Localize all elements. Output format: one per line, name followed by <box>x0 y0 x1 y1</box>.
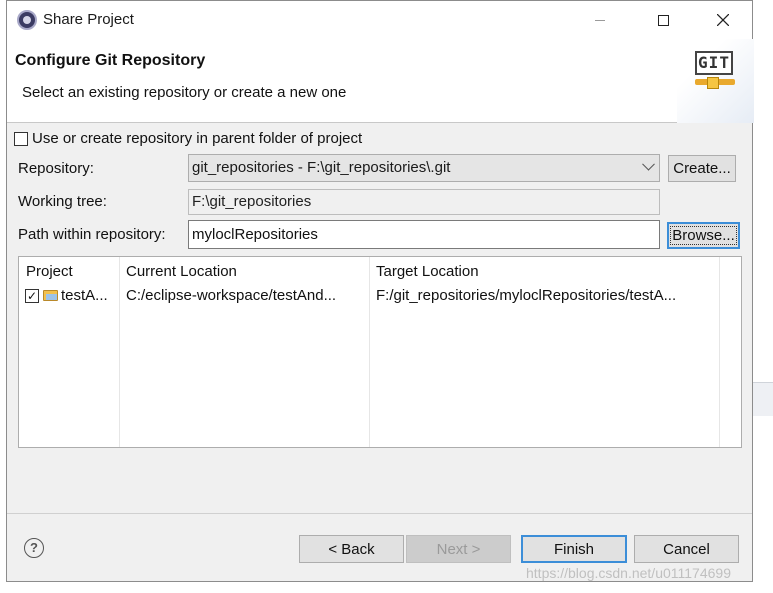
window-title: Share Project <box>43 11 134 28</box>
background-window-strip <box>750 382 773 416</box>
git-logo-icon: GIT <box>695 51 737 93</box>
repository-label: Repository: <box>18 160 94 177</box>
column-header-project[interactable]: Project <box>26 263 73 280</box>
footer-divider <box>7 513 752 514</box>
projects-table[interactable]: Project Current Location Target Location… <box>18 256 742 448</box>
maximize-button[interactable] <box>635 1 691 39</box>
close-icon <box>717 14 729 26</box>
close-button[interactable] <box>695 1 751 39</box>
eclipse-app-icon <box>17 10 37 30</box>
working-tree-label: Working tree: <box>18 193 107 210</box>
page-description: Select an existing repository or create … <box>22 84 347 101</box>
browse-button-label: Browse... <box>670 226 737 245</box>
column-header-target-location[interactable]: Target Location <box>376 263 479 280</box>
working-tree-field: F:\git_repositories <box>188 189 660 215</box>
share-project-dialog: Share Project Configure Git Repository S… <box>6 0 754 582</box>
maximize-icon <box>657 14 669 26</box>
cancel-button[interactable]: Cancel <box>634 535 739 563</box>
watermark-text: https://blog.csdn.net/u011174699 <box>526 565 731 581</box>
repository-select[interactable]: git_repositories - F:\git_repositories\.… <box>188 154 660 182</box>
help-icon[interactable]: ? <box>24 538 44 558</box>
path-within-repository-label: Path within repository: <box>18 226 166 243</box>
back-button[interactable]: < Back <box>299 535 404 563</box>
title-bar: Share Project <box>7 1 752 39</box>
row-checkbox[interactable]: ✓ <box>25 289 39 303</box>
chevron-down-icon <box>642 157 655 171</box>
folder-icon <box>43 290 58 301</box>
column-header-current-location[interactable]: Current Location <box>126 263 237 280</box>
row-current-location: C:/eclipse-workspace/testAnd... <box>126 287 337 304</box>
minimize-icon <box>595 19 605 21</box>
finish-button[interactable]: Finish <box>521 535 627 563</box>
minimize-button[interactable] <box>572 1 628 39</box>
row-target-location: F:/git_repositories/myloclRepositories/t… <box>376 287 677 304</box>
working-tree-value: F:\git_repositories <box>192 193 312 210</box>
parent-folder-checkbox[interactable] <box>14 132 28 146</box>
repository-select-value: git_repositories - F:\git_repositories\.… <box>192 159 451 176</box>
browse-button[interactable]: Browse... <box>667 222 740 249</box>
page-title: Configure Git Repository <box>15 52 206 69</box>
parent-folder-label: Use or create repository in parent folde… <box>32 130 363 147</box>
next-button: Next > <box>406 535 511 563</box>
git-logo-text: GIT <box>695 51 733 75</box>
create-button[interactable]: Create... <box>668 155 736 182</box>
row-project: testA... <box>61 287 108 304</box>
wizard-header: Configure Git Repository Select an exist… <box>7 39 754 123</box>
path-within-repository-input[interactable] <box>188 220 660 249</box>
